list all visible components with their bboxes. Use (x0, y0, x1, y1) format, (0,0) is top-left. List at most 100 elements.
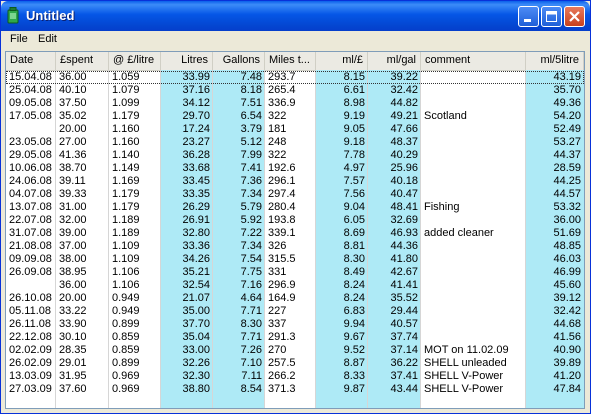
table-row[interactable]: 24.06.08 39.11 1.169 33.45 7.36 296.1 7.57 40.1… (6, 175, 584, 188)
table-row[interactable]: 25.04.08 40.10 1.079 37.16 8.18 265.4 6.61 32.4… (6, 84, 584, 97)
table-row[interactable]: 17.05.08 35.02 1.179 29.70 6.54 322 9.19 49.21 S… (6, 110, 584, 123)
cell-date: 13.07.08 (9, 201, 52, 213)
cell-comment (421, 331, 526, 344)
cell-spent: 28.35 (59, 344, 87, 356)
cell-date: 02.02.09 (9, 344, 52, 356)
close-button[interactable] (564, 6, 585, 27)
column-header-spent[interactable]: £spent (56, 52, 109, 70)
column-header-gallons[interactable]: Gallons (213, 52, 265, 70)
cell-price-per-litre: 1.160 (112, 136, 140, 148)
fuel-log-table[interactable]: Date £spent @ £/litre Litres Gallons Miles t.… (5, 51, 585, 409)
table-row[interactable]: 31.07.08 39.00 1.189 32.80 7.22 339.1 8.69 46.9… (6, 227, 584, 240)
menu-file[interactable]: File (10, 33, 28, 45)
cell-litres: 32.30 (182, 370, 210, 382)
cell-spent: 31.00 (59, 201, 87, 213)
cell-gallons: 7.36 (240, 175, 262, 187)
cell-date: 09.09.08 (9, 253, 52, 265)
cell-comment (421, 318, 526, 331)
cell-price-per-litre: 0.859 (112, 331, 140, 343)
cell-miles: 266.2 (268, 370, 296, 382)
main-window: Untitled File Edit Date £spent @ £/litre Li… (0, 0, 591, 414)
table-row[interactable]: 26.10.08 20.00 0.949 21.07 4.64 164.9 8.24 35.5… (6, 292, 584, 305)
cell-comment (421, 305, 526, 318)
cell-ml-per-pound: 8.81 (343, 240, 365, 252)
cell-date: 24.06.08 (9, 175, 52, 187)
table-row[interactable]: 04.07.08 39.33 1.179 33.35 7.34 297.4 7.56 40.4… (6, 188, 584, 201)
table-row[interactable]: 27.03.09 37.60 0.969 38.80 8.54 371.3 9.87 43.4… (6, 383, 584, 396)
cell-price-per-litre: 0.899 (112, 357, 140, 369)
table-row[interactable]: 21.08.08 37.00 1.109 33.36 7.34 326 8.81 44.36 4… (6, 240, 584, 253)
cell-comment (421, 279, 526, 292)
column-header-comment[interactable]: comment (421, 52, 526, 70)
cell-litres: 37.16 (182, 84, 210, 96)
cell-gallons: 5.12 (240, 136, 262, 148)
cell-ml-per-5litre: 46.99 (553, 266, 581, 278)
table-row[interactable]: 13.03.09 31.95 0.969 32.30 7.11 266.2 8.33 37.4… (6, 370, 584, 383)
table-row[interactable]: 05.11.08 33.22 0.949 35.00 7.71 227 6.83 29.44 3… (6, 305, 584, 318)
table-row[interactable]: 09.05.08 37.50 1.099 34.12 7.51 336.9 8.98 44.8… (6, 97, 584, 110)
table-row[interactable]: 22.12.08 30.10 0.859 35.04 7.71 291.3 9.67 37.7… (6, 331, 584, 344)
cell-gallons: 6.54 (240, 110, 262, 122)
cell-price-per-litre: 1.189 (112, 227, 140, 239)
cell-miles: 280.4 (268, 201, 296, 213)
cell-price-per-litre: 1.179 (112, 201, 140, 213)
menu-edit[interactable]: Edit (38, 33, 57, 45)
table-row[interactable]: 10.06.08 38.70 1.149 33.68 7.41 192.6 4.97 25.9… (6, 162, 584, 175)
table-row[interactable]: 29.05.08 41.36 1.140 36.28 7.99 322 7.78 40.29 4… (6, 149, 584, 162)
cell-date: 13.03.09 (9, 370, 52, 382)
table-row[interactable]: 26.09.08 38.95 1.106 35.21 7.75 331 8.49 42.67 4… (6, 266, 584, 279)
cell-price-per-litre: 1.179 (112, 188, 140, 200)
cell-miles: 322 (268, 110, 287, 122)
cell-ml-per-5litre: 39.12 (553, 292, 581, 304)
cell-litres: 26.91 (182, 214, 210, 226)
column-header-ml-per-gallon[interactable]: ml/gal (368, 52, 421, 70)
cell-litres: 21.07 (182, 292, 210, 304)
cell-date: 27.03.09 (9, 383, 52, 395)
cell-ml-per-pound: 7.56 (343, 188, 365, 200)
cell-ml-per-pound: 6.05 (343, 214, 365, 226)
cell-gallons: 8.18 (240, 84, 262, 96)
cell-litres: 33.35 (182, 188, 210, 200)
cell-comment (421, 162, 526, 175)
cell-spent: 37.00 (59, 240, 87, 252)
column-header-ml-per-pound[interactable]: ml/£ (316, 52, 368, 70)
cell-miles: 331 (268, 266, 287, 278)
table-row[interactable]: 09.09.08 38.00 1.109 34.26 7.54 315.5 8.30 41.8… (6, 253, 584, 266)
column-header-date[interactable]: Date (6, 52, 56, 70)
cell-ml-per-gallon: 39.22 (390, 71, 418, 83)
cell-price-per-litre: 0.949 (112, 305, 140, 317)
cell-comment (421, 175, 526, 188)
table-row[interactable]: 13.07.08 31.00 1.179 26.29 5.79 280.4 9.04 48.4… (6, 201, 584, 214)
table-row[interactable]: 02.02.09 28.35 0.859 33.00 7.26 270 9.52 37.14 M… (6, 344, 584, 357)
table-row[interactable]: 26.11.08 33.90 0.899 37.70 8.30 337 9.94 40.57 4… (6, 318, 584, 331)
minimize-button[interactable] (518, 6, 539, 27)
cell-spent: 41.36 (59, 149, 87, 161)
table-row[interactable]: 20.00 1.160 17.24 3.79 181 9.05 47.66 52.49 (6, 123, 584, 136)
cell-date: 10.06.08 (9, 162, 52, 174)
cell-ml-per-pound: 9.19 (343, 110, 365, 122)
cell-date: 22.07.08 (9, 214, 52, 226)
table-row[interactable]: 23.05.08 27.00 1.160 23.27 5.12 248 9.18 48.37 5… (6, 136, 584, 149)
cell-ml-per-pound: 9.04 (343, 201, 365, 213)
title-bar[interactable]: Untitled (1, 1, 590, 31)
cell-ml-per-pound: 9.87 (343, 383, 365, 395)
table-row[interactable]: 15.04.08 36.00 1.059 33.99 7.48 293.7 8.15 39.2… (6, 71, 584, 84)
table-row[interactable]: 36.00 1.106 32.54 7.16 296.9 8.24 41.41 45.60 (6, 279, 584, 292)
maximize-button[interactable] (541, 6, 562, 27)
cell-ml-per-pound: 8.24 (343, 279, 365, 291)
cell-comment (421, 84, 526, 97)
cell-comment: SHELL V-Power (424, 383, 504, 395)
cell-miles: 257.5 (268, 357, 296, 369)
column-header-price-per-litre[interactable]: @ £/litre (109, 52, 161, 70)
cell-ml-per-gallon: 41.41 (390, 279, 418, 291)
cell-date: 31.07.08 (9, 227, 52, 239)
column-header-litres[interactable]: Litres (161, 52, 213, 70)
cell-comment (421, 123, 526, 136)
cell-ml-per-gallon: 32.42 (390, 84, 418, 96)
column-header-ml-per-5litre[interactable]: ml/5litre (526, 52, 584, 70)
column-header-miles[interactable]: Miles t... (265, 52, 316, 70)
cell-ml-per-gallon: 44.82 (390, 97, 418, 109)
cell-gallons: 4.64 (240, 292, 262, 304)
table-row[interactable]: 22.07.08 32.00 1.189 26.91 5.92 193.8 6.05 32.6… (6, 214, 584, 227)
table-row[interactable]: 26.02.09 29.01 0.899 32.26 7.10 257.5 8.87 36.2… (6, 357, 584, 370)
